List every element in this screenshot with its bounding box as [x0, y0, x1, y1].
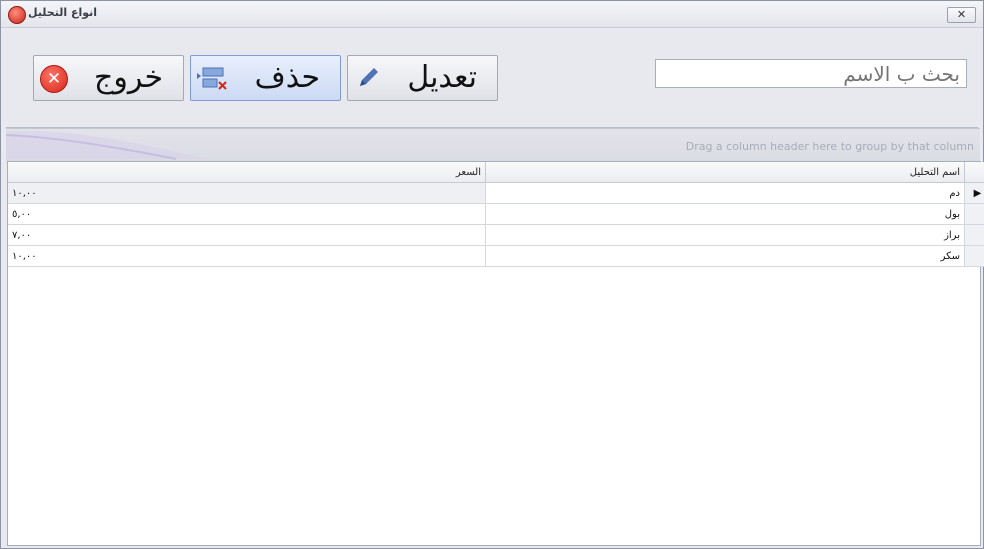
row-indicator[interactable] [964, 224, 984, 246]
pencil-icon [360, 68, 378, 86]
column-header-name[interactable]: اسم التحليل [485, 162, 965, 183]
data-grid[interactable]: السعر اسم التحليل ١٠,٠٠ دم ▶ ٥,٠٠ بول ٧, [7, 161, 984, 546]
delete-rows-icon [197, 67, 227, 90]
window-title: انواع التحليل [28, 6, 98, 19]
name-cell[interactable]: دم [485, 182, 965, 204]
column-header-price[interactable]: السعر [8, 162, 486, 183]
edit-button-label: تعديل [407, 60, 477, 95]
exit-x-icon: ✕ [40, 65, 68, 93]
price-cell[interactable]: ١٠,٠٠ [8, 182, 486, 204]
delete-button-label: حذف [254, 60, 320, 95]
table-row[interactable]: ٧,٠٠ براز [8, 224, 984, 246]
row-indicator[interactable]: ▶ [964, 182, 984, 204]
group-hint-text: Drag a column header here to group by th… [685, 140, 974, 153]
app-window: انواع التحليل ✕ ✕ خروج حذف تعديل بحث ب ا… [0, 0, 984, 549]
row-indicator-header [964, 162, 984, 183]
window-close-button[interactable]: ✕ [947, 7, 976, 23]
exit-button-label: خروج [94, 60, 163, 95]
name-cell[interactable]: سكر [485, 245, 965, 267]
table-row[interactable]: ٥,٠٠ بول [8, 203, 984, 225]
group-by-panel[interactable]: Drag a column header here to group by th… [6, 128, 980, 162]
delete-button[interactable]: حذف [190, 55, 341, 101]
app-logo-icon [8, 6, 26, 24]
toolbar: ✕ خروج حذف تعديل [6, 29, 978, 128]
row-indicator[interactable] [964, 203, 984, 225]
decorative-swoosh [6, 130, 206, 160]
edit-button[interactable]: تعديل [347, 55, 498, 101]
title-bar: انواع التحليل ✕ [1, 1, 983, 28]
name-cell[interactable]: براز [485, 224, 965, 246]
close-icon: ✕ [956, 8, 967, 21]
price-cell[interactable]: ١٠,٠٠ [8, 245, 486, 267]
name-cell[interactable]: بول [485, 203, 965, 225]
price-cell[interactable]: ٥,٠٠ [8, 203, 486, 225]
search-input[interactable] [655, 59, 967, 88]
table-row[interactable]: ١٠,٠٠ دم ▶ [8, 182, 984, 204]
row-indicator[interactable] [964, 245, 984, 267]
table-row[interactable]: ١٠,٠٠ سكر [8, 245, 984, 267]
exit-button[interactable]: ✕ خروج [33, 55, 184, 101]
price-cell[interactable]: ٧,٠٠ [8, 224, 486, 246]
